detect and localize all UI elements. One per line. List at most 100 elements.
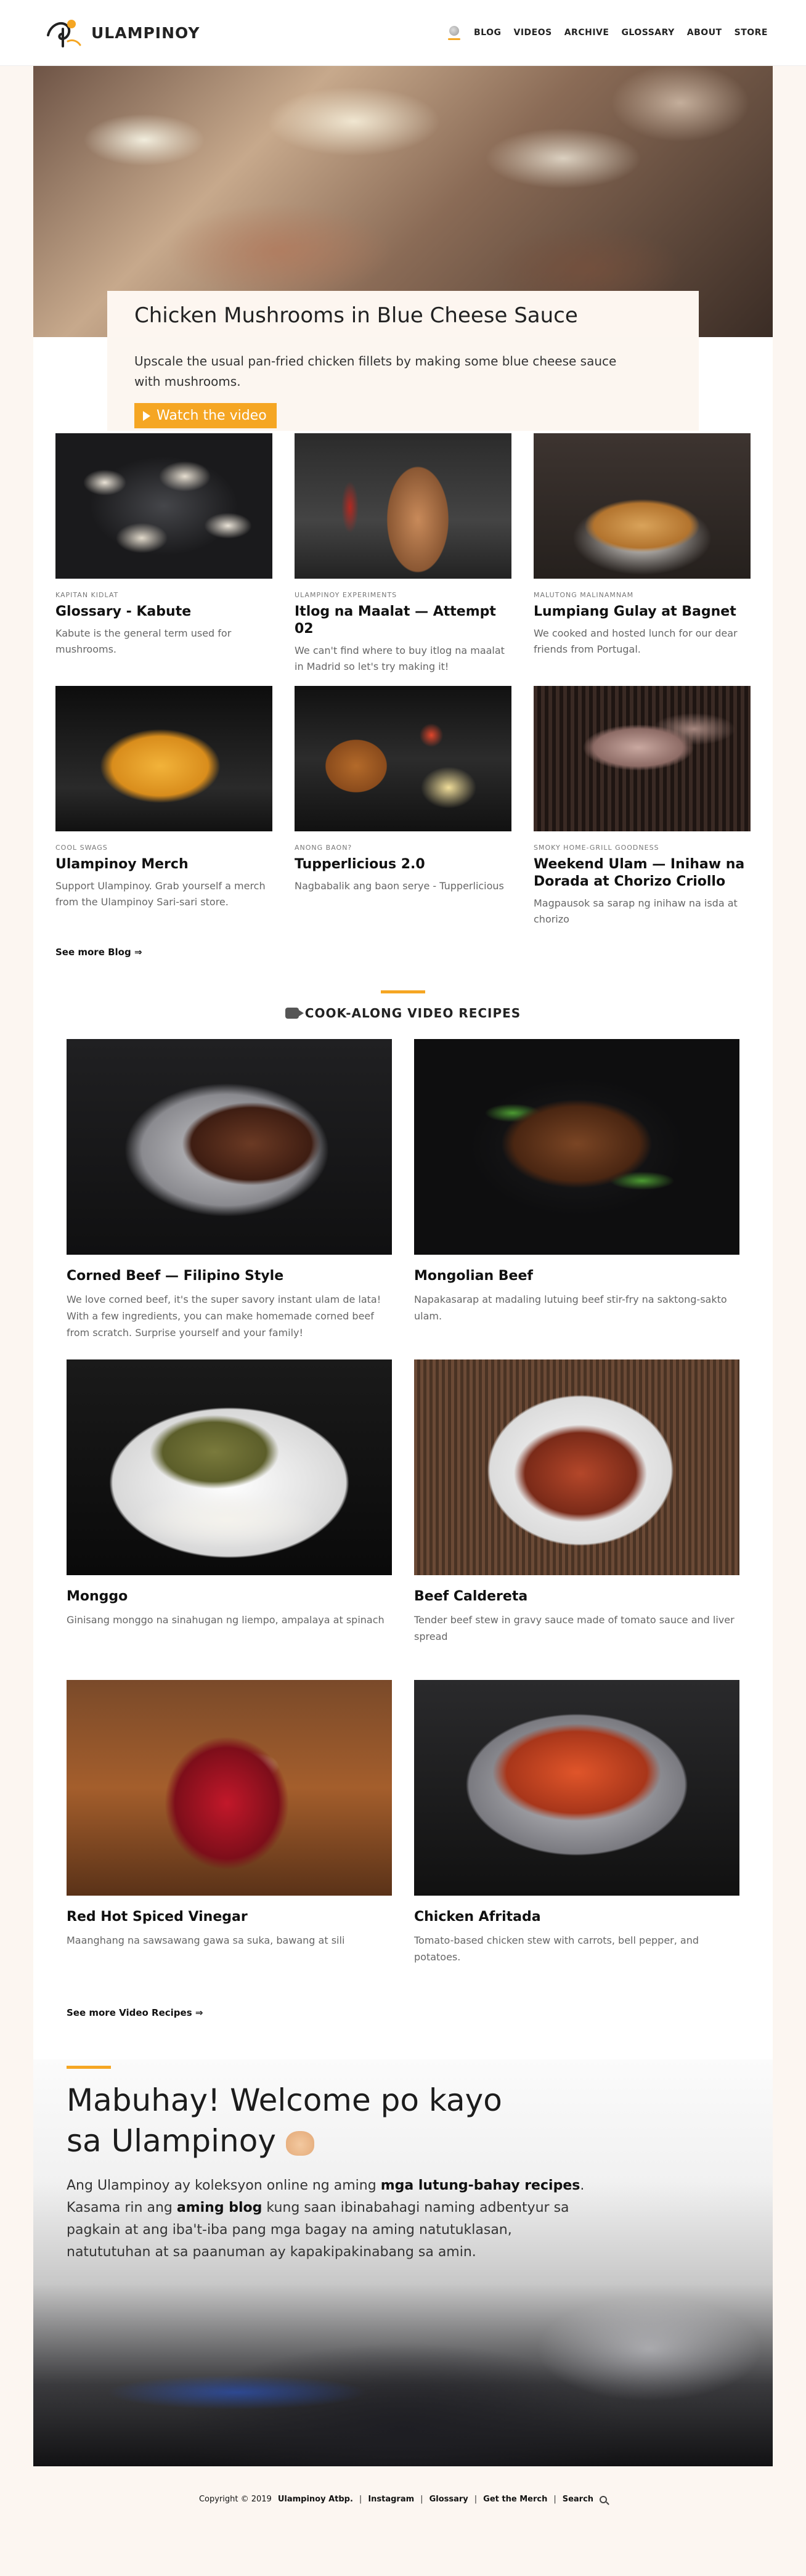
footer-separator: |: [420, 2495, 423, 2504]
video-description: We love corned beef, it's the super savo…: [67, 1294, 381, 1339]
blog-thumbnail-merch[interactable]: [55, 686, 272, 831]
video-grid: Corned Beef — Filipino Style We love cor…: [33, 1021, 773, 2000]
hero-card: Chicken Mushrooms in Blue Cheese Sauce U…: [107, 291, 699, 431]
blog-description: Kabute is the general term used for mush…: [55, 627, 232, 655]
blog-category[interactable]: COOL SWAGS: [55, 844, 272, 852]
blog-category[interactable]: ANONG BAON?: [295, 844, 511, 852]
footer-copyright: Copyright © 2019: [198, 2495, 272, 2504]
blog-thumbnail-kabute[interactable]: [55, 433, 272, 579]
nav-glossary[interactable]: GLOSSARY: [621, 28, 674, 38]
video-camera-icon: [285, 1008, 304, 1019]
video-title[interactable]: Beef Caldereta: [414, 1589, 739, 1604]
see-more-video-row: See more Video Recipes ⇒: [33, 2000, 773, 2060]
welcome-text: Ang Ulampinoy ay koleksyon online ng ami…: [67, 2175, 596, 2264]
video-card[interactable]: Red Hot Spiced Vinegar Maanghang na saws…: [67, 1680, 392, 2000]
search-icon[interactable]: [600, 2495, 608, 2503]
footer-link-instagram[interactable]: Instagram: [368, 2495, 414, 2504]
video-section: COOK-ALONG VIDEO RECIPES Corned Beef — F…: [33, 990, 773, 2060]
hero-section: Chicken Mushrooms in Blue Cheese Sauce U…: [33, 66, 773, 433]
footer-separator: |: [474, 2495, 478, 2504]
welcome-link-blog[interactable]: aming blog: [177, 2200, 263, 2215]
blog-title[interactable]: Lumpiang Gulay at Bagnet: [534, 603, 751, 621]
blog-title[interactable]: Glossary - Kabute: [55, 603, 272, 621]
main-content: Chicken Mushrooms in Blue Cheese Sauce U…: [33, 66, 773, 2466]
blog-category[interactable]: ULAMPINOY EXPERIMENTS: [295, 591, 511, 599]
video-section-heading: COOK-ALONG VIDEO RECIPES: [33, 1006, 773, 1021]
nav-archive[interactable]: ARCHIVE: [564, 28, 609, 38]
nav-home-icon[interactable]: [447, 23, 462, 42]
site-header: ULAMPINOY BLOG VIDEOS ARCHIVE GLOSSARY A…: [0, 0, 806, 66]
video-card[interactable]: Beef Caldereta Tender beef stew in gravy…: [414, 1359, 739, 1680]
welcome-link-recipes[interactable]: mga lutung-bahay recipes: [381, 2178, 580, 2193]
footer-link-glossary[interactable]: Glossary: [429, 2495, 468, 2504]
blog-card[interactable]: KAPITAN KIDLAT Glossary - Kabute Kabute …: [55, 433, 272, 686]
see-more-videos-link[interactable]: See more Video Recipes ⇒: [67, 2007, 203, 2018]
watch-video-label: Watch the video: [157, 408, 267, 423]
welcome-divider: [67, 2066, 111, 2069]
blog-title[interactable]: Itlog na Maalat — Attempt 02: [295, 603, 511, 638]
welcome-content: Mabuhay! Welcome po kayo sa Ulampinoy An…: [67, 2066, 621, 2264]
video-thumbnail-afritada[interactable]: [414, 1680, 739, 1896]
ulampinoy-logo-icon: [47, 20, 81, 47]
blog-thumbnail-lumpia[interactable]: [534, 433, 751, 579]
waving-hand-icon: [285, 2130, 314, 2156]
watch-video-button[interactable]: Watch the video: [134, 403, 277, 428]
blog-title[interactable]: Ulampinoy Merch: [55, 856, 272, 873]
hero-title[interactable]: Chicken Mushrooms in Blue Cheese Sauce: [134, 291, 672, 328]
video-card[interactable]: Corned Beef — Filipino Style We love cor…: [67, 1039, 392, 1359]
video-description: Maanghang na sawsawang gawa sa suka, baw…: [67, 1934, 345, 1946]
video-card[interactable]: Monggo Ginisang monggo na sinahugan ng l…: [67, 1359, 392, 1680]
blog-card[interactable]: SMOKY HOME-GRILL GOODNESS Weekend Ulam —…: [534, 686, 751, 939]
video-title[interactable]: Corned Beef — Filipino Style: [67, 1268, 392, 1284]
video-title[interactable]: Monggo: [67, 1589, 392, 1604]
video-thumbnail-caldereta[interactable]: [414, 1359, 739, 1575]
video-section-title: COOK-ALONG VIDEO RECIPES: [304, 1006, 521, 1021]
welcome-text-part: Ang Ulampinoy ay koleksyon online ng ami…: [67, 2178, 381, 2193]
nav-store[interactable]: STORE: [735, 28, 768, 38]
blog-description: Nagbabalik ang baon serye - Tupperliciou…: [295, 880, 504, 892]
logo-link[interactable]: ULAMPINOY: [44, 17, 200, 49]
site-footer: Copyright © 2019 Ulampinoy Atbp. | Insta…: [0, 2466, 806, 2532]
see-more-blog-link[interactable]: See more Blog ⇒: [55, 947, 142, 958]
video-title[interactable]: Red Hot Spiced Vinegar: [67, 1909, 392, 1925]
main-nav: BLOG VIDEOS ARCHIVE GLOSSARY ABOUT STORE: [447, 23, 768, 42]
blog-card[interactable]: ULAMPINOY EXPERIMENTS Itlog na Maalat — …: [295, 433, 511, 686]
blog-card[interactable]: ANONG BAON? Tupperlicious 2.0 Nagbabalik…: [295, 686, 511, 939]
footer-brand[interactable]: Ulampinoy Atbp.: [278, 2495, 353, 2504]
blog-thumbnail-dorada[interactable]: [534, 686, 751, 831]
welcome-section: Mabuhay! Welcome po kayo sa Ulampinoy An…: [33, 2060, 773, 2466]
footer-link-search[interactable]: Search: [563, 2495, 593, 2504]
blog-thumbnail-tupperlicious[interactable]: [295, 686, 511, 831]
video-title[interactable]: Chicken Afritada: [414, 1909, 739, 1925]
blog-category[interactable]: MALUTONG MALINAMNAM: [534, 591, 751, 599]
blog-category[interactable]: SMOKY HOME-GRILL GOODNESS: [534, 844, 751, 852]
blog-category[interactable]: KAPITAN KIDLAT: [55, 591, 272, 599]
blog-thumbnail-itlog[interactable]: [295, 433, 511, 579]
blog-title[interactable]: Tupperlicious 2.0: [295, 856, 511, 873]
video-description: Napakasarap at madaling lutuing beef sti…: [414, 1294, 727, 1322]
footer-link-merch[interactable]: Get the Merch: [483, 2495, 547, 2504]
video-thumbnail-spiced-vinegar[interactable]: [67, 1680, 392, 1896]
video-card[interactable]: Chicken Afritada Tomato-based chicken st…: [414, 1680, 739, 2000]
section-divider: [381, 990, 425, 993]
nav-videos[interactable]: VIDEOS: [514, 28, 552, 38]
footer-separator: |: [359, 2495, 362, 2504]
welcome-title: Mabuhay! Welcome po kayo sa Ulampinoy: [67, 2080, 510, 2161]
video-description: Tender beef stew in gravy sauce made of …: [414, 1614, 735, 1642]
footer-separator: |: [553, 2495, 556, 2504]
hero-description: Upscale the usual pan-fried chicken fill…: [134, 354, 617, 389]
video-card[interactable]: Mongolian Beef Napakasarap at madaling l…: [414, 1039, 739, 1359]
blog-card[interactable]: MALUTONG MALINAMNAM Lumpiang Gulay at Ba…: [534, 433, 751, 686]
video-description: Ginisang monggo na sinahugan ng liempo, …: [67, 1614, 385, 1626]
video-title[interactable]: Mongolian Beef: [414, 1268, 739, 1284]
blog-card[interactable]: COOL SWAGS Ulampinoy Merch Support Ulamp…: [55, 686, 272, 939]
video-thumbnail-corned-beef[interactable]: [67, 1039, 392, 1255]
nav-blog[interactable]: BLOG: [474, 28, 502, 38]
blog-grid: KAPITAN KIDLAT Glossary - Kabute Kabute …: [33, 433, 773, 939]
nav-about[interactable]: ABOUT: [687, 28, 722, 38]
blog-description: Magpausok sa sarap ng inihaw na isda at …: [534, 897, 738, 925]
blog-title[interactable]: Weekend Ulam — Inihaw na Dorada at Chori…: [534, 856, 751, 891]
video-thumbnail-monggo[interactable]: [67, 1359, 392, 1575]
video-thumbnail-mongolian-beef[interactable]: [414, 1039, 739, 1255]
logo-text: ULAMPINOY: [91, 23, 200, 42]
